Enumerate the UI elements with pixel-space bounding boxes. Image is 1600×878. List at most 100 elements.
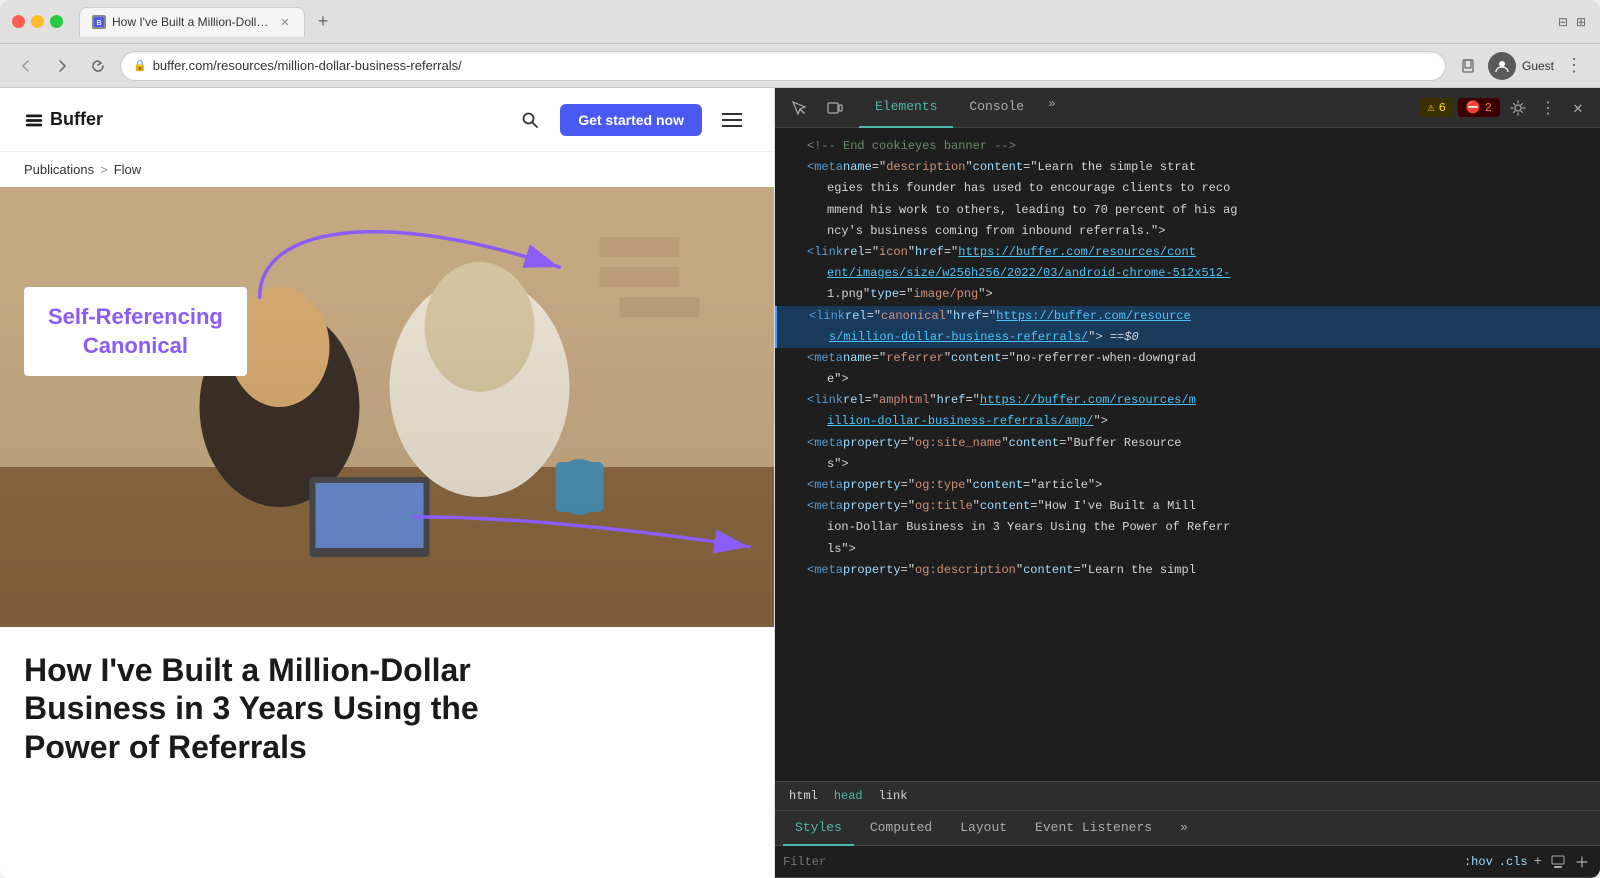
breadcrumb-publications[interactable]: Publications xyxy=(24,162,94,177)
tab-computed[interactable]: Computed xyxy=(858,810,944,846)
inspect-element-tool[interactable] xyxy=(783,92,815,124)
error-badge[interactable]: ⛔ 2 xyxy=(1458,98,1500,117)
website-panel: Buffer Get started now Publications > Fl… xyxy=(0,88,775,878)
code-line: <link rel="icon" href="https://buffer.co… xyxy=(775,242,1600,263)
bookmark-icon[interactable] xyxy=(1454,52,1482,80)
devtools-tabs: Elements Console » xyxy=(859,88,1411,128)
breadcrumb-head[interactable]: head xyxy=(828,787,869,805)
code-line: ion-Dollar Business in 3 Years Using the… xyxy=(775,517,1600,538)
filter-cls[interactable]: .cls xyxy=(1499,855,1528,869)
new-tab-button[interactable]: + xyxy=(309,8,337,36)
address-bar[interactable]: 🔒 buffer.com/resources/million-dollar-bu… xyxy=(120,51,1446,81)
code-comment: <!-- End cookieyes banner --> xyxy=(807,137,1016,156)
link-icon-href-cont[interactable]: ent/images/size/w256h256/2022/03/android… xyxy=(827,264,1230,283)
warning-badge[interactable]: ⚠ 6 xyxy=(1419,98,1453,117)
devtools-settings-icon[interactable] xyxy=(1504,94,1532,122)
buffer-logo-text: Buffer xyxy=(50,109,103,130)
fullscreen-window-icon[interactable]: ⊞ xyxy=(1574,15,1588,29)
tab-more-lower[interactable]: » xyxy=(1168,810,1200,846)
devtools-more-icon[interactable]: ⋮ xyxy=(1536,94,1560,122)
code-line: <meta property="og:title" content="How I… xyxy=(775,496,1600,517)
filter-icon-1[interactable] xyxy=(1548,852,1568,872)
code-line: ls"> xyxy=(775,539,1600,560)
more-tabs-button[interactable]: » xyxy=(1040,88,1064,120)
breadcrumb-separator: > xyxy=(100,162,108,177)
minimize-window-icon[interactable]: ⊟ xyxy=(1556,15,1570,29)
canonical-href-link[interactable]: https://buffer.com/resource xyxy=(996,307,1190,326)
article-content: Self-ReferencingCanonical xyxy=(0,187,774,878)
active-tab[interactable]: B How I've Built a Million-Dollar... ✕ xyxy=(79,7,305,37)
tab-layout[interactable]: Layout xyxy=(948,810,1019,846)
filter-icon-2[interactable] xyxy=(1572,852,1592,872)
devtools-code-area: <!-- End cookieyes banner --> <meta name… xyxy=(775,128,1600,781)
code-line: <meta property="og:description" content=… xyxy=(775,560,1600,581)
canonical-code-line: <link rel="canonical" href="https://buff… xyxy=(775,306,1600,327)
content-area: Buffer Get started now Publications > Fl… xyxy=(0,88,1600,878)
devtools-filter-bar: :hov .cls + xyxy=(775,846,1600,878)
tab-title: How I've Built a Million-Dollar... xyxy=(112,15,272,29)
canonical-href-link-cont[interactable]: s/million-dollar-business-referrals/ xyxy=(829,328,1088,347)
close-traffic-light[interactable] xyxy=(12,15,25,28)
filter-plus-icon[interactable]: + xyxy=(1534,854,1542,870)
filter-hov[interactable]: :hov xyxy=(1464,855,1493,869)
account-button[interactable] xyxy=(1488,52,1516,80)
code-line: <meta name="referrer" content="no-referr… xyxy=(775,348,1600,369)
devtools-bottom: html head link Styles Computed Layout Ev… xyxy=(775,781,1600,878)
window-controls: ⊟ ⊞ xyxy=(1556,15,1588,29)
nav-bar: 🔒 buffer.com/resources/million-dollar-bu… xyxy=(0,44,1600,88)
hero-image-simulation: Self-ReferencingCanonical xyxy=(0,187,774,627)
lock-icon: 🔒 xyxy=(133,59,147,72)
breadcrumb: Publications > Flow xyxy=(0,152,774,187)
title-bar: B How I've Built a Million-Dollar... ✕ +… xyxy=(0,0,1600,44)
maximize-traffic-light[interactable] xyxy=(50,15,63,28)
get-started-button[interactable]: Get started now xyxy=(560,104,702,136)
code-line: <link rel="amphtml" href="https://buffer… xyxy=(775,390,1600,411)
code-line: e"> xyxy=(775,369,1600,390)
device-toolbar-tool[interactable] xyxy=(819,92,851,124)
filter-input[interactable] xyxy=(783,855,1458,869)
breadcrumb-html[interactable]: html xyxy=(783,787,824,805)
code-line: s"> xyxy=(775,454,1600,475)
svg-text:B: B xyxy=(96,20,101,27)
filter-icons xyxy=(1548,852,1592,872)
code-line: illion-dollar-business-referrals/amp/"> xyxy=(775,411,1600,432)
canonical-code-line-2: s/million-dollar-business-referrals/"> =… xyxy=(775,327,1600,348)
tab-console[interactable]: Console xyxy=(953,88,1040,128)
code-tag: <meta xyxy=(807,158,843,177)
nav-actions: Guest ⋮ xyxy=(1454,52,1588,80)
annotation-box: Self-ReferencingCanonical xyxy=(24,287,247,376)
url-text: buffer.com/resources/million-dollar-busi… xyxy=(153,58,1433,73)
error-icon: ⛔ xyxy=(1466,100,1481,115)
traffic-lights xyxy=(12,15,63,28)
hero-image: Self-ReferencingCanonical xyxy=(0,187,774,627)
link-icon-href[interactable]: https://buffer.com/resources/cont xyxy=(958,243,1196,262)
code-line: mmend his work to others, leading to 70 … xyxy=(775,200,1600,221)
more-options-icon[interactable]: ⋮ xyxy=(1560,52,1588,80)
code-line: <meta property="og:type" content="articl… xyxy=(775,475,1600,496)
devtools-close-button[interactable]: ✕ xyxy=(1564,94,1592,122)
tab-close-button[interactable]: ✕ xyxy=(278,15,292,29)
code-line: <!-- End cookieyes banner --> xyxy=(775,136,1600,157)
tab-styles[interactable]: Styles xyxy=(783,810,854,846)
search-button[interactable] xyxy=(512,102,548,138)
amphtml-href-link-cont[interactable]: illion-dollar-business-referrals/amp/ xyxy=(827,412,1093,431)
code-line: ent/images/size/w256h256/2022/03/android… xyxy=(775,263,1600,284)
tab-elements[interactable]: Elements xyxy=(859,88,953,128)
devtools-breadcrumb: html head link xyxy=(775,782,1600,810)
devtools-tools xyxy=(775,92,859,124)
breadcrumb-link[interactable]: link xyxy=(873,787,914,805)
hero-image-svg xyxy=(0,187,774,627)
hamburger-menu-button[interactable] xyxy=(714,102,750,138)
back-button[interactable] xyxy=(12,52,40,80)
tab-event-listeners[interactable]: Event Listeners xyxy=(1023,810,1164,846)
error-count: 2 xyxy=(1485,101,1492,115)
code-line: egies this founder has used to encourage… xyxy=(775,178,1600,199)
buffer-logo-icon xyxy=(24,110,44,130)
code-line: <meta property="og:site_name" content="B… xyxy=(775,433,1600,454)
code-line: 1.png" type="image/png"> xyxy=(775,284,1600,305)
devtools-lower-tabs: Styles Computed Layout Event Listeners » xyxy=(775,810,1600,846)
minimize-traffic-light[interactable] xyxy=(31,15,44,28)
amphtml-href-link[interactable]: https://buffer.com/resources/m xyxy=(980,391,1196,410)
forward-button[interactable] xyxy=(48,52,76,80)
refresh-button[interactable] xyxy=(84,52,112,80)
